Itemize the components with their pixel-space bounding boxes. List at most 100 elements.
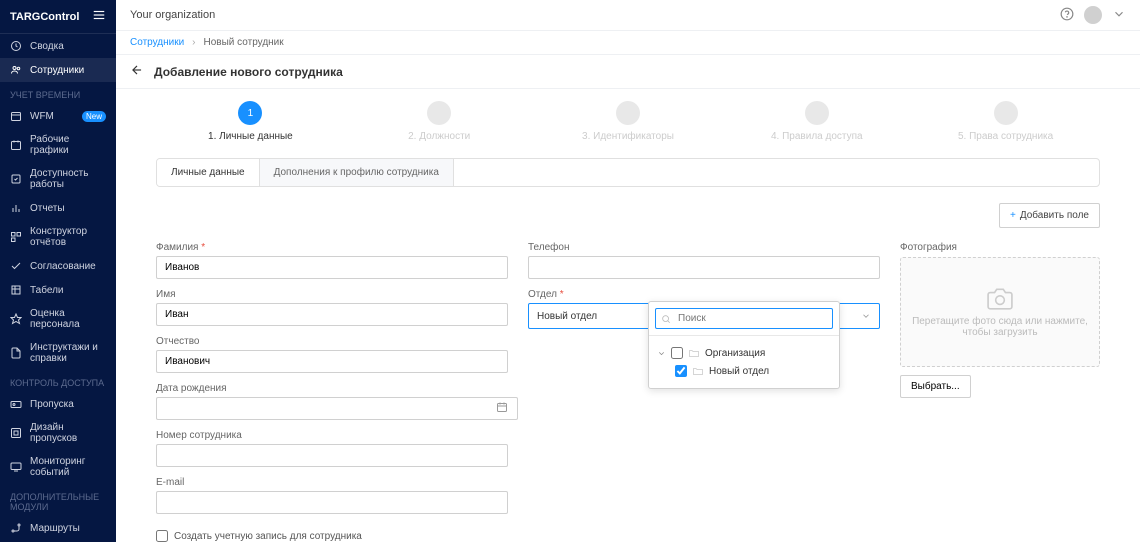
empnum-label: Номер сотрудника (156, 430, 508, 441)
design-icon (10, 427, 22, 439)
calendar-icon (10, 139, 22, 151)
lastname-input[interactable] (156, 256, 508, 279)
dob-label: Дата рождения (156, 383, 508, 394)
email-input[interactable] (156, 491, 508, 514)
step-2[interactable]: 2. Должности (345, 101, 534, 142)
sidebar-item-svodka[interactable]: Сводка (0, 34, 116, 58)
sidebar-item-label: Рабочие графики (30, 134, 106, 156)
sidebar-item-monitoring[interactable]: Мониторинг событий (0, 450, 116, 484)
dept-search-input[interactable] (655, 308, 833, 329)
sidebar-item-label: Пропуска (30, 399, 74, 410)
availability-icon (10, 173, 22, 185)
sidebar-item-soglasovanie[interactable]: Согласование (0, 254, 116, 278)
middlename-label: Отчество (156, 336, 508, 347)
breadcrumb-root[interactable]: Сотрудники (130, 37, 184, 48)
sidebar-item-label: Отчеты (30, 203, 65, 214)
phone-input[interactable] (528, 256, 880, 279)
sidebar-item-sotrudniki[interactable]: Сотрудники (0, 58, 116, 82)
create-account-label: Создать учетную запись для сотрудника (174, 531, 362, 542)
breadcrumb-current: Новый сотрудник (204, 37, 284, 48)
tab-profile-additions[interactable]: Дополнения к профилю сотрудника (260, 159, 454, 186)
wfm-icon (10, 110, 22, 122)
sidebar-section-access: КОНТРОЛЬ ДОСТУПА (0, 370, 116, 392)
plus-icon: + (1010, 210, 1016, 221)
sidebar-section-extra: ДОПОЛНИТЕЛЬНЫЕ МОДУЛИ (0, 484, 116, 516)
sidebar-item-label: Мониторинг событий (30, 456, 106, 478)
chevron-down-icon (861, 311, 871, 321)
badge-new: New (82, 111, 106, 122)
dashboard-icon (10, 40, 22, 52)
email-label: E-mail (156, 477, 508, 488)
sidebar-item-instruktazhi[interactable]: Инструктажи и справки (0, 336, 116, 370)
folder-icon (692, 365, 704, 377)
search-icon (661, 314, 671, 327)
tree-checkbox[interactable] (671, 347, 683, 359)
back-icon[interactable] (130, 63, 144, 80)
sidebar-item-label: Маршруты (30, 523, 80, 534)
photo-label: Фотография (900, 242, 1100, 253)
sidebar-item-otchety[interactable]: Отчеты (0, 196, 116, 220)
step-4[interactable]: 4. Правила доступа (722, 101, 911, 142)
sidebar-item-marshruty[interactable]: Маршруты (0, 516, 116, 540)
step-3[interactable]: 3. Идентификаторы (534, 101, 723, 142)
phone-label: Телефон (528, 242, 880, 253)
timesheet-icon (10, 284, 22, 296)
users-icon (10, 64, 22, 76)
middlename-input[interactable] (156, 350, 508, 373)
sidebar-item-dizain-propuskov[interactable]: Дизайн пропусков (0, 416, 116, 450)
sidebar-item-label: Конструктор отчётов (30, 226, 106, 248)
firstname-label: Имя (156, 289, 508, 300)
sidebar-item-otsenka[interactable]: Оценка персонала (0, 302, 116, 336)
dept-label: Отдел * (528, 289, 880, 300)
org-name[interactable]: Your organization (130, 9, 215, 21)
sidebar: TARGControl Сводка Сотрудники УЧЕТ ВРЕМЕ… (0, 0, 116, 542)
add-field-button[interactable]: + Добавить поле (999, 203, 1100, 228)
sidebar-item-konstruktor[interactable]: Конструктор отчётов (0, 220, 116, 254)
approval-icon (10, 260, 22, 272)
sidebar-item-label: Инструктажи и справки (30, 342, 106, 364)
lastname-label: Фамилия * (156, 242, 508, 253)
tab-personal-data[interactable]: Личные данные (157, 159, 260, 186)
sidebar-item-label: Сотрудники (30, 65, 84, 76)
sidebar-item-label: Дизайн пропусков (30, 422, 106, 444)
user-avatar[interactable] (1084, 6, 1102, 24)
star-icon (10, 313, 22, 325)
sidebar-item-label: Оценка персонала (30, 308, 106, 330)
chevron-down-icon[interactable] (1112, 7, 1126, 24)
sidebar-item-label: Согласование (30, 261, 96, 272)
sidebar-item-label: Доступность работы (30, 168, 106, 190)
sidebar-item-wfm[interactable]: WFM New (0, 104, 116, 128)
sidebar-item-propuska[interactable]: Пропуска (0, 392, 116, 416)
step-1[interactable]: 11. Личные данные (156, 101, 345, 142)
empnum-input[interactable] (156, 444, 508, 467)
sidebar-section-time: УЧЕТ ВРЕМЕНИ (0, 82, 116, 104)
tree-checkbox[interactable] (675, 365, 687, 377)
page-title: Добавление нового сотрудника (154, 65, 343, 79)
chevron-down-icon (657, 349, 666, 358)
tree-item-organizatsiya[interactable]: Организация (657, 344, 831, 362)
chevron-right-icon: › (192, 37, 195, 48)
help-icon[interactable] (1060, 7, 1074, 24)
photo-dropzone[interactable]: Перетащите фото сюда или нажмите, чтобы … (900, 257, 1100, 367)
report-icon (10, 202, 22, 214)
topbar: Your organization (116, 0, 1140, 31)
doc-icon (10, 347, 22, 359)
breadcrumb: Сотрудники › Новый сотрудник (116, 31, 1140, 55)
choose-photo-button[interactable]: Выбрать... (900, 375, 971, 398)
dob-input[interactable] (156, 397, 518, 420)
tree-item-novyi-otdel[interactable]: Новый отдел (657, 362, 831, 380)
monitor-icon (10, 461, 22, 473)
camera-icon (987, 286, 1013, 312)
sidebar-item-tabeli[interactable]: Табели (0, 278, 116, 302)
sidebar-item-label: WFM (30, 111, 54, 122)
step-5[interactable]: 5. Права сотрудника (911, 101, 1100, 142)
app-logo: TARGControl (10, 11, 79, 23)
create-account-checkbox[interactable] (156, 530, 168, 542)
pass-icon (10, 398, 22, 410)
route-icon (10, 522, 22, 534)
folder-icon (688, 347, 700, 359)
sidebar-item-dostupnost[interactable]: Доступность работы (0, 162, 116, 196)
menu-toggle-icon[interactable] (92, 8, 106, 25)
sidebar-item-rabochie-grafiki[interactable]: Рабочие графики (0, 128, 116, 162)
firstname-input[interactable] (156, 303, 508, 326)
